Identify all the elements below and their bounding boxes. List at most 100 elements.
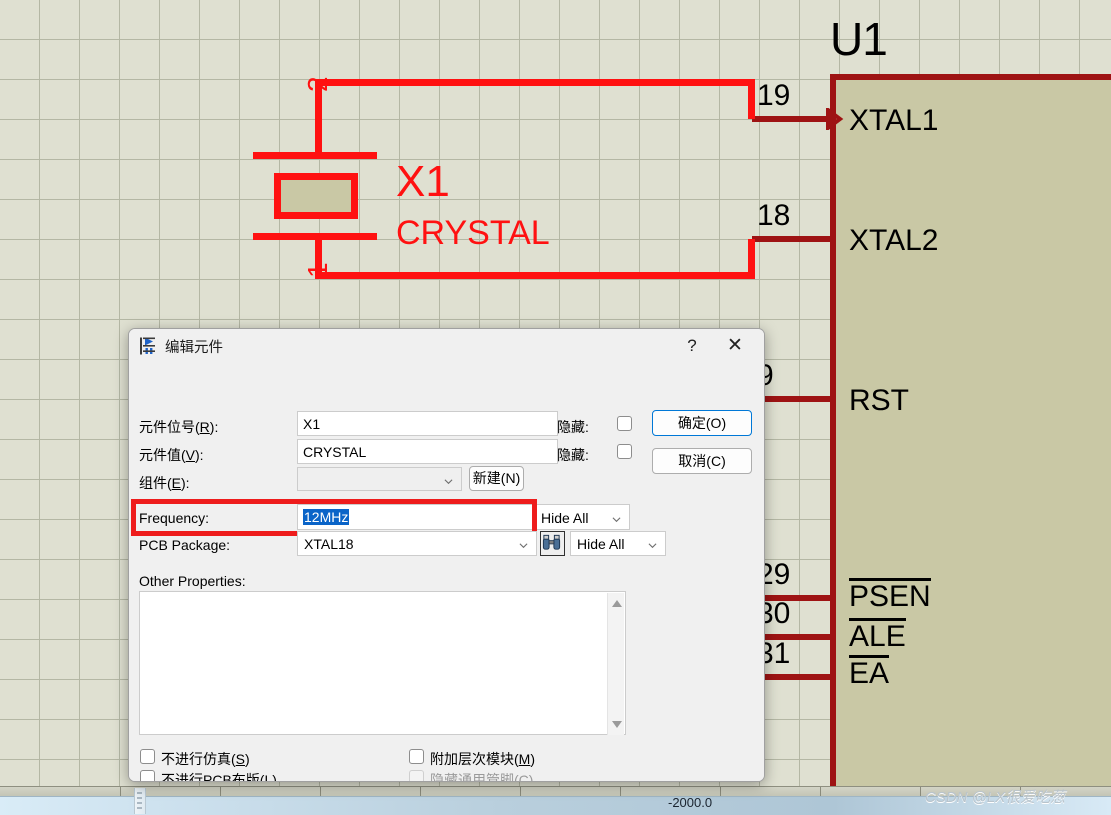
no-pcb-layout-label: 不进行PCB布版(L) (161, 770, 277, 782)
no-simulate-label: 不进行仿真(S) (161, 749, 250, 769)
no-simulate-tail: ) (245, 751, 250, 767)
value-label-tail: ): (195, 447, 204, 463)
crystal-plate-top (253, 152, 377, 159)
scroll-up-icon[interactable] (612, 600, 622, 607)
pin-name-xtal1: XTAL1 (849, 104, 939, 137)
pin-name-ea-text: EA (849, 655, 890, 690)
pin-name-rst: RST (849, 384, 909, 417)
no-pcb-layout-tail: ) (272, 772, 277, 782)
other-properties-label: Other Properties: (139, 573, 246, 589)
pin-name-psen-text: PSEN (849, 578, 931, 613)
no-simulate-key: S (235, 751, 246, 767)
xtal1-input-arrow-icon (826, 108, 844, 130)
attach-hierarchy-checkbox[interactable] (409, 749, 424, 764)
cancel-button-text: 取消( (678, 453, 711, 469)
edit-component-dialog[interactable]: 编辑元件 ? ✕ 元件位号(R): X1 隐藏: 元件值(V): CRYSTAL… (128, 328, 765, 782)
hide-common-pins-key: C (518, 772, 529, 782)
pin-name-xtal2: XTAL2 (849, 224, 939, 257)
pin-wire-19 (752, 116, 834, 122)
designator-hide-checkbox[interactable] (617, 416, 632, 431)
value-input[interactable]: CRYSTAL (297, 439, 558, 464)
ok-button-tail: ) (721, 415, 727, 431)
attach-hierarchy-label: 附加层次模块(M) (430, 749, 535, 769)
component-edit-icon (140, 337, 155, 355)
status-coordinate: -2000.0 (668, 795, 713, 810)
component-x1-designator: X1 (396, 157, 450, 206)
net-wire-bottom-horizontal (315, 272, 755, 279)
no-pcb-layout-checkbox[interactable] (140, 770, 155, 781)
close-button[interactable]: ✕ (718, 333, 752, 359)
element-label-text: 组件( (139, 475, 172, 491)
cancel-button[interactable]: 取消(C) (652, 448, 752, 474)
no-simulate-checkbox[interactable] (140, 749, 155, 764)
scroll-down-icon[interactable] (612, 721, 622, 728)
pcb-package-combo[interactable]: XTAL18 (297, 531, 537, 556)
net-wire-bottom-rise (748, 239, 755, 279)
new-element-button-tail: ) (515, 470, 521, 486)
value-label-text: 元件值( (139, 447, 186, 463)
pin-number-19: 19 (757, 79, 791, 112)
designator-label-text: 元件位号( (139, 419, 200, 435)
ok-button-text: 确定( (677, 415, 711, 431)
cancel-button-tail: ) (721, 453, 726, 469)
frequency-input[interactable]: 12MHz (297, 504, 538, 530)
designator-label-key: R (199, 419, 210, 435)
vertical-scrollbar-strip[interactable] (134, 788, 146, 814)
other-properties-label-text: Other (139, 573, 178, 589)
other-properties-label-tail: roperties: (187, 573, 246, 589)
pcb-package-value: XTAL18 (304, 536, 354, 552)
pin-wire-18 (752, 236, 834, 242)
element-label: 组件(E): (139, 473, 190, 493)
value-hide-label: 隐藏: (557, 447, 589, 463)
help-button[interactable]: ? (677, 333, 707, 359)
element-label-key: E (171, 475, 182, 491)
dialog-body: 元件位号(R): X1 隐藏: 元件值(V): CRYSTAL 隐藏: 组件(E… (129, 363, 764, 782)
binoculars-icon (542, 534, 561, 550)
value-label-key: V (185, 447, 196, 463)
other-properties-label-key: P (177, 573, 188, 589)
other-properties-textarea[interactable] (139, 591, 626, 735)
element-combo[interactable] (297, 467, 462, 491)
designator-label: 元件位号(R): (139, 417, 218, 437)
pin-number-18: 18 (757, 199, 791, 232)
frequency-input-value: 12MHz (303, 509, 350, 525)
frequency-visibility-value: Hide All (541, 510, 589, 526)
attach-hierarchy-tail: ) (530, 751, 536, 767)
crystal-pin-number-1: 1 (302, 262, 333, 278)
frequency-visibility-combo[interactable]: Hide All (534, 504, 630, 530)
cancel-button-key: C (710, 453, 722, 469)
hide-common-pins-label: 隐藏通用管脚(C) (430, 770, 533, 782)
new-element-button[interactable]: 新建(N) (469, 466, 524, 491)
pin-name-psen: PSEN (849, 578, 931, 614)
pcb-package-visibility-combo[interactable]: Hide All (570, 531, 666, 556)
other-properties-scrollbar[interactable] (607, 593, 624, 735)
dialog-titlebar[interactable]: 编辑元件 ? ✕ (129, 329, 764, 363)
element-label-tail: ): (181, 475, 190, 491)
new-element-button-key: N (505, 470, 516, 486)
hide-common-pins-checkbox (409, 770, 424, 781)
pin-name-ale-text: ALE (849, 618, 906, 653)
designator-label-tail: ): (209, 419, 219, 435)
pcb-package-browse-button[interactable] (540, 531, 565, 556)
no-simulate-text: 不进行仿真( (161, 751, 236, 767)
chevron-down-icon (648, 543, 657, 549)
pcb-package-label: PCB Package: (139, 537, 231, 553)
hide-common-pins-text: 隐藏通用管脚( (430, 772, 519, 782)
net-wire-top-drop (748, 79, 755, 119)
chevron-down-icon (519, 543, 528, 549)
net-wire-top-horizontal (315, 79, 755, 86)
frequency-label: Frequency: (139, 510, 210, 526)
attach-hierarchy-text: 附加层次模块( (430, 751, 519, 767)
crystal-body[interactable] (274, 173, 358, 219)
value-hide-checkbox[interactable] (617, 444, 632, 459)
value-label: 元件值(V): (139, 445, 204, 465)
designator-input[interactable]: X1 (297, 411, 558, 436)
designator-hide-label: 隐藏: (557, 419, 589, 435)
pin-name-ale: ALE (849, 618, 906, 654)
chevron-down-icon (444, 479, 453, 485)
ok-button[interactable]: 确定(O) (652, 410, 752, 436)
new-element-button-text: 新建( (472, 470, 506, 486)
no-pcb-layout-text: 不进行PCB布版( (161, 772, 265, 782)
component-u1-designator: U1 (830, 13, 888, 65)
crystal-pin-number-2: 2 (302, 76, 333, 92)
